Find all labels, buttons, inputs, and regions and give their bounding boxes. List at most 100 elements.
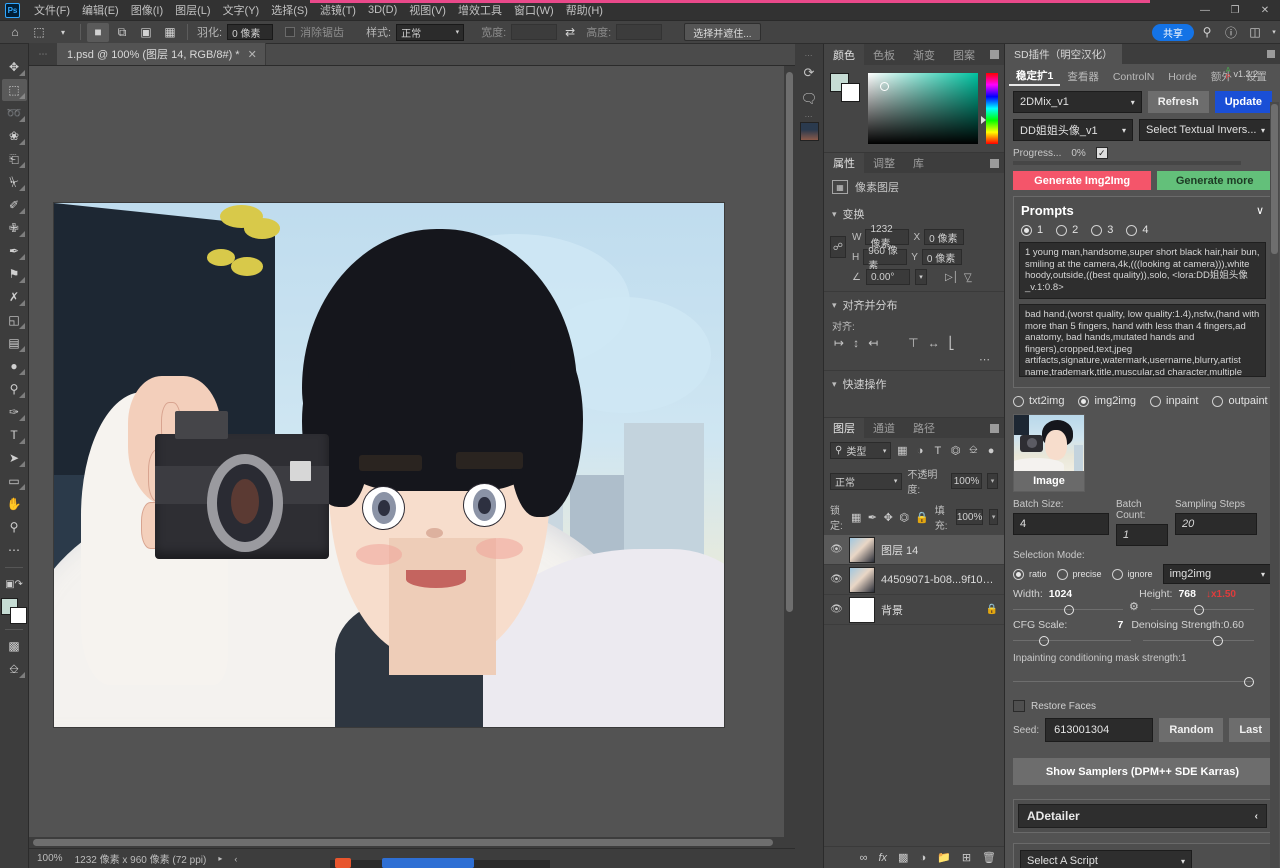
chevron-down-icon[interactable]: ▾ xyxy=(915,269,927,285)
hand-tool[interactable]: ✋ xyxy=(2,493,27,515)
tool-preset-chevron-icon[interactable]: ▾ xyxy=(52,23,74,42)
select-and-mask-button[interactable]: 选择并遮住... xyxy=(684,23,760,41)
layer-mask-icon[interactable]: ▩ xyxy=(898,851,908,864)
prompt-slot-1[interactable]: 1 xyxy=(1021,224,1043,236)
hue-slider[interactable] xyxy=(986,73,998,144)
dock-grip[interactable]: ⋯ xyxy=(801,113,817,120)
new-selection-icon[interactable]: ■ xyxy=(87,23,109,42)
blend-mode-select[interactable]: 正常 ▾ xyxy=(830,473,902,490)
background-color-swatch[interactable] xyxy=(10,607,27,624)
pixel-filter-icon[interactable]: ▦ xyxy=(895,443,909,458)
rectangular-marquee-tool[interactable]: ⬚ xyxy=(2,79,27,101)
default-colors-icon[interactable]: ▣↷ xyxy=(2,573,27,595)
width-slider-knob[interactable] xyxy=(1064,605,1074,615)
layer-thumbnail[interactable] xyxy=(849,567,875,593)
mode-outpaint[interactable]: outpaint xyxy=(1212,395,1267,407)
tab-paths[interactable]: 路径 xyxy=(904,418,944,439)
canvas-horizontal-scrollbar[interactable] xyxy=(29,837,795,848)
transform-angle-input[interactable]: 0.00° xyxy=(866,269,910,285)
mode-img2img[interactable]: img2img xyxy=(1078,395,1136,407)
positive-prompt-textarea[interactable]: 1 young man,handsome,super short black h… xyxy=(1019,242,1266,299)
screen-mode-icon[interactable]: ⎒ xyxy=(2,658,27,680)
frame-tool[interactable]: ⏧ xyxy=(2,171,27,193)
tab-patterns[interactable]: 图案 xyxy=(944,44,984,65)
chevron-down-icon[interactable]: ∨ xyxy=(1256,204,1264,217)
rectangle-tool[interactable]: ▭ xyxy=(2,470,27,492)
dodge-tool[interactable]: ⚲ xyxy=(2,378,27,400)
mode-inpaint[interactable]: inpaint xyxy=(1150,395,1198,407)
canvas-area[interactable] xyxy=(29,66,795,848)
crop-tool[interactable]: ⎗ xyxy=(2,148,27,170)
tab-swatches[interactable]: 色板 xyxy=(864,44,904,65)
menu-window[interactable]: 窗口(W) xyxy=(508,0,560,21)
tab-libraries[interactable]: 库 xyxy=(904,153,933,174)
lock-transparency-icon[interactable]: ▦ xyxy=(851,510,861,525)
model-select[interactable]: 2DMix_v1 ▾ xyxy=(1013,91,1142,113)
table-row[interactable]: 👁 44509071-b08...9f1007345cc xyxy=(824,565,1004,595)
type-tool[interactable]: T xyxy=(2,424,27,446)
update-button[interactable]: Update xyxy=(1215,91,1272,113)
align-center-h-icon[interactable]: ↕ xyxy=(853,336,859,350)
tab-adjustments[interactable]: 调整 xyxy=(864,153,904,174)
show-samplers-button[interactable]: Show Samplers (DPM++ SDE Karras) xyxy=(1013,758,1272,785)
refresh-button[interactable]: Refresh xyxy=(1148,91,1209,113)
layer-filter-select[interactable]: ⚲ 类型 ▾ xyxy=(830,442,891,459)
tab-layers[interactable]: 图层 xyxy=(824,418,864,439)
layer-visibility-icon[interactable]: 👁 xyxy=(830,574,843,585)
progress-checkbox[interactable]: ✓ xyxy=(1096,147,1108,159)
flip-horizontal-icon[interactable]: ▷│ xyxy=(945,272,959,283)
mask-strength-slider-knob[interactable] xyxy=(1244,677,1254,687)
align-middle-v-icon[interactable]: ↔ xyxy=(928,336,940,350)
panel-menu-icon[interactable] xyxy=(1267,50,1275,58)
selection-mode-precise[interactable]: precise xyxy=(1057,569,1102,580)
prompt-slot-4[interactable]: 4 xyxy=(1126,224,1148,236)
color-swatches[interactable] xyxy=(1,598,27,624)
status-zoom[interactable]: 100% xyxy=(37,853,63,864)
panel-menu-icon[interactable] xyxy=(990,50,999,59)
spot-healing-brush-tool[interactable]: ✙ xyxy=(2,217,27,239)
color-panel-swatches[interactable] xyxy=(830,73,860,101)
table-row[interactable]: 👁 图层 14 xyxy=(824,535,1004,565)
antialias-checkbox[interactable] xyxy=(285,27,295,37)
transform-section-header[interactable]: ▾ 变换 xyxy=(824,201,1004,227)
menu-file[interactable]: 文件(F) xyxy=(28,0,76,21)
move-tool[interactable]: ✥ xyxy=(2,56,27,78)
marquee-icon[interactable]: ⬚ xyxy=(28,23,50,42)
sd-panel-tab[interactable]: SD插件（明空汉化） xyxy=(1005,44,1122,64)
edit-toolbar-button[interactable]: ⋯ xyxy=(2,539,27,561)
panel-menu-icon[interactable] xyxy=(990,159,999,168)
menu-filter[interactable]: 滤镜(T) xyxy=(314,0,362,21)
filter-toggle-icon[interactable]: ● xyxy=(984,443,998,458)
hue-slider-marker[interactable] xyxy=(981,116,986,124)
layer-name[interactable]: 背景 xyxy=(881,602,980,618)
flip-vertical-icon[interactable]: ▽̲ xyxy=(964,272,972,283)
generate-img2img-button[interactable]: Generate Img2Img xyxy=(1013,171,1151,190)
menu-image[interactable]: 图像(I) xyxy=(125,0,169,21)
document-tab[interactable]: 1.psd @ 100% (图层 14, RGB/8#) * ✕ xyxy=(57,43,266,65)
layer-thumbnail[interactable] xyxy=(849,537,875,563)
opacity-stepper[interactable]: ▾ xyxy=(987,473,998,489)
blur-tool[interactable]: ● xyxy=(2,355,27,377)
workspace-icon[interactable]: ◫ xyxy=(1244,23,1266,42)
link-dimensions-icon[interactable]: ⚙ xyxy=(1129,600,1139,613)
link-icon[interactable]: ☍ xyxy=(830,236,846,258)
quick-mask-icon[interactable]: ▩ xyxy=(2,635,27,657)
type-filter-icon[interactable]: T xyxy=(931,443,945,458)
status-chevron-icon[interactable]: ▸ xyxy=(218,854,222,863)
mode-txt2img[interactable]: txt2img xyxy=(1013,395,1064,407)
restore-faces-checkbox[interactable]: ✓ xyxy=(1013,700,1025,712)
new-layer-icon[interactable]: ⊞ xyxy=(962,851,971,864)
fill-stepper[interactable]: ▾ xyxy=(989,509,998,525)
style-select[interactable]: 正常 ▾ xyxy=(396,24,464,41)
menu-type[interactable]: 文字(Y) xyxy=(217,0,266,21)
status-resize-grip[interactable]: ‹ xyxy=(234,854,237,864)
panel-menu-icon[interactable] xyxy=(990,424,999,433)
pen-tool[interactable]: ✑ xyxy=(2,401,27,423)
lock-image-icon[interactable]: ✒ xyxy=(867,510,877,525)
maximize-button[interactable]: ❐ xyxy=(1220,0,1250,21)
quick-selection-tool[interactable]: ❀ xyxy=(2,125,27,147)
seed-input[interactable]: 613001304 xyxy=(1045,718,1153,742)
eraser-tool[interactable]: ◱ xyxy=(2,309,27,331)
negative-prompt-textarea[interactable]: bad hand,(worst quality, low quality:1.4… xyxy=(1019,304,1266,377)
notes-panel-icon[interactable]: 🗨 xyxy=(797,87,822,111)
